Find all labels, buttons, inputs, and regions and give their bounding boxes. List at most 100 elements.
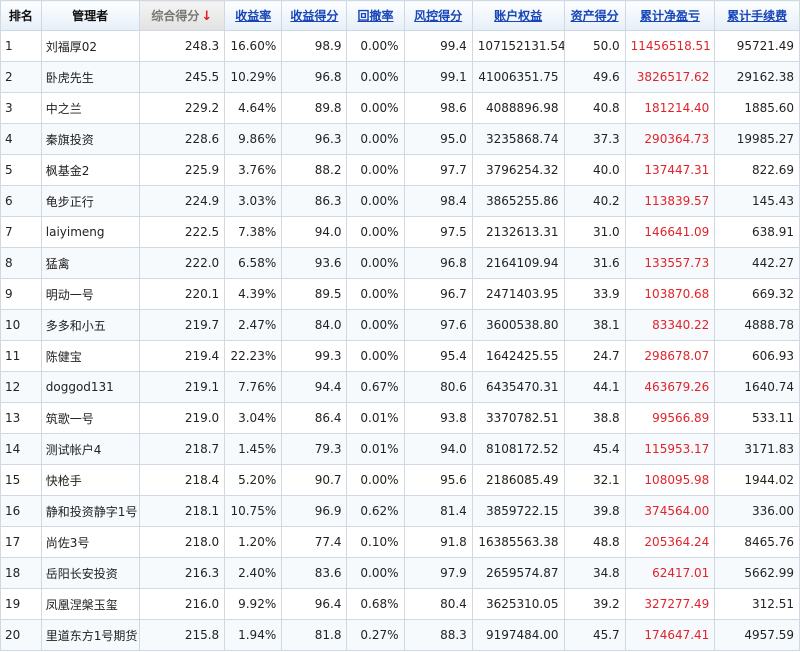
- rank-cell: 2: [0, 61, 42, 93]
- asset-score-cell: 38.8: [563, 402, 626, 434]
- return-rate-cell: 4.64%: [224, 92, 283, 124]
- risk-score-cell: 81.4: [403, 495, 473, 527]
- cum-fee-cell: 442.27: [714, 247, 800, 279]
- cum-pnl-cell: 327277.49: [624, 588, 716, 620]
- rank-cell: 7: [0, 216, 42, 248]
- return-score-cell: 79.3: [281, 433, 348, 465]
- return-score-cell: 83.6: [281, 557, 348, 589]
- risk-score-cell: 95.0: [403, 123, 473, 155]
- risk-score-cell: 96.7: [403, 278, 473, 310]
- manager-name[interactable]: 秦旗投资: [40, 123, 140, 155]
- rank-cell: 17: [0, 526, 42, 558]
- risk-score-cell: 80.4: [403, 588, 473, 620]
- asset-score-cell: 31.6: [563, 247, 626, 279]
- cum-fee-cell: 8465.76: [714, 526, 800, 558]
- header-cum-pnl[interactable]: 累计净盈亏: [624, 0, 716, 31]
- table-row: 1 刘福厚02 248.3 16.60% 98.9 0.00% 99.4 107152131.…: [0, 30, 800, 62]
- manager-name[interactable]: 卧虎先生: [40, 61, 140, 93]
- asset-score-cell: 45.4: [563, 433, 626, 465]
- equity-cell: 9197484.00: [471, 619, 565, 651]
- return-rate-cell: 7.76%: [224, 371, 283, 403]
- table-body: 1 刘福厚02 248.3 16.60% 98.9 0.00% 99.4 107152131.…: [0, 30, 800, 651]
- manager-name[interactable]: 明动一号: [40, 278, 140, 310]
- manager-name[interactable]: 枫基金2: [40, 154, 140, 186]
- manager-name[interactable]: 凤凰涅槃玉玺: [40, 588, 140, 620]
- manager-name[interactable]: 中之兰: [40, 92, 140, 124]
- manager-name[interactable]: 岳阳长安投资: [40, 557, 140, 589]
- return-rate-cell: 10.29%: [224, 61, 283, 93]
- manager-name[interactable]: 多多和小五: [40, 309, 140, 341]
- manager-name[interactable]: 静和投资静字1号: [40, 495, 140, 527]
- cum-fee-cell: 822.69: [714, 154, 800, 186]
- header-asset-score[interactable]: 资产得分: [563, 0, 626, 31]
- asset-score-cell: 44.1: [563, 371, 626, 403]
- risk-score-cell: 95.6: [403, 464, 473, 496]
- equity-cell: 3625310.05: [471, 588, 565, 620]
- table-row: 18 岳阳长安投资 216.3 2.40% 83.6 0.00% 97.9 2659574.8…: [0, 557, 800, 589]
- cum-fee-cell: 4888.78: [714, 309, 800, 341]
- cum-fee-cell: 29162.38: [714, 61, 800, 93]
- rank-cell: 10: [0, 309, 42, 341]
- header-rank: 排名: [0, 0, 42, 31]
- composite-score-cell: 220.1: [138, 278, 226, 310]
- manager-name[interactable]: 猛禽: [40, 247, 140, 279]
- composite-score-cell: 218.0: [138, 526, 226, 558]
- equity-cell: 3859722.15: [471, 495, 565, 527]
- return-rate-cell: 2.47%: [224, 309, 283, 341]
- manager-name[interactable]: 尚佐3号: [40, 526, 140, 558]
- header-cum-fee[interactable]: 累计手续费: [714, 0, 800, 31]
- asset-score-cell: 48.8: [563, 526, 626, 558]
- manager-name[interactable]: laiyimeng: [40, 216, 140, 248]
- manager-name[interactable]: 筑歌一号: [40, 402, 140, 434]
- risk-score-cell: 80.6: [403, 371, 473, 403]
- return-score-cell: 96.8: [281, 61, 348, 93]
- return-rate-cell: 1.20%: [224, 526, 283, 558]
- rank-cell: 12: [0, 371, 42, 403]
- ranking-table: 排名 管理者 综合得分 ↓ 收益率 收益得分 回撤率 风控得分 账户权益 资产得分…: [0, 0, 800, 651]
- header-equity[interactable]: 账户权益: [471, 0, 565, 31]
- drawdown-cell: 0.00%: [346, 123, 405, 155]
- manager-name[interactable]: 龟步正行: [40, 185, 140, 217]
- composite-score-cell: 225.9: [138, 154, 226, 186]
- equity-cell: 3865255.86: [471, 185, 565, 217]
- drawdown-cell: 0.00%: [346, 216, 405, 248]
- header-composite-score[interactable]: 综合得分 ↓: [138, 0, 226, 31]
- cum-pnl-cell: 62417.01: [624, 557, 716, 589]
- risk-score-cell: 97.6: [403, 309, 473, 341]
- header-return-rate[interactable]: 收益率: [224, 0, 283, 31]
- manager-name[interactable]: 快枪手: [40, 464, 140, 496]
- return-score-cell: 77.4: [281, 526, 348, 558]
- header-risk-score[interactable]: 风控得分: [403, 0, 473, 31]
- cum-fee-cell: 1885.60: [714, 92, 800, 124]
- composite-score-cell: 229.2: [138, 92, 226, 124]
- composite-score-cell: 228.6: [138, 123, 226, 155]
- asset-score-cell: 38.1: [563, 309, 626, 341]
- return-score-cell: 89.8: [281, 92, 348, 124]
- table-row: 15 快枪手 218.4 5.20% 90.7 0.00% 95.6 2186085.49 32…: [0, 464, 800, 496]
- header-return-score[interactable]: 收益得分: [281, 0, 348, 31]
- risk-score-cell: 97.7: [403, 154, 473, 186]
- table-row: 9 明动一号 220.1 4.39% 89.5 0.00% 96.7 2471403.95 33…: [0, 278, 800, 310]
- drawdown-cell: 0.00%: [346, 247, 405, 279]
- cum-fee-cell: 312.51: [714, 588, 800, 620]
- manager-name[interactable]: doggod131: [40, 371, 140, 403]
- header-drawdown[interactable]: 回撤率: [346, 0, 405, 31]
- equity-cell: 2471403.95: [471, 278, 565, 310]
- equity-cell: 1642425.55: [471, 340, 565, 372]
- cum-pnl-cell: 99566.89: [624, 402, 716, 434]
- manager-name[interactable]: 里道东方1号期货: [40, 619, 140, 651]
- manager-name[interactable]: 陈健宝: [40, 340, 140, 372]
- equity-cell: 3370782.51: [471, 402, 565, 434]
- cum-fee-cell: 19985.27: [714, 123, 800, 155]
- cum-fee-cell: 95721.49: [714, 30, 800, 62]
- asset-score-cell: 40.2: [563, 185, 626, 217]
- manager-name[interactable]: 测试帐户4: [40, 433, 140, 465]
- rank-cell: 3: [0, 92, 42, 124]
- rank-cell: 19: [0, 588, 42, 620]
- return-rate-cell: 3.76%: [224, 154, 283, 186]
- asset-score-cell: 34.8: [563, 557, 626, 589]
- manager-name[interactable]: 刘福厚02: [40, 30, 140, 62]
- rank-cell: 14: [0, 433, 42, 465]
- cum-pnl-cell: 146641.09: [624, 216, 716, 248]
- composite-score-cell: 219.0: [138, 402, 226, 434]
